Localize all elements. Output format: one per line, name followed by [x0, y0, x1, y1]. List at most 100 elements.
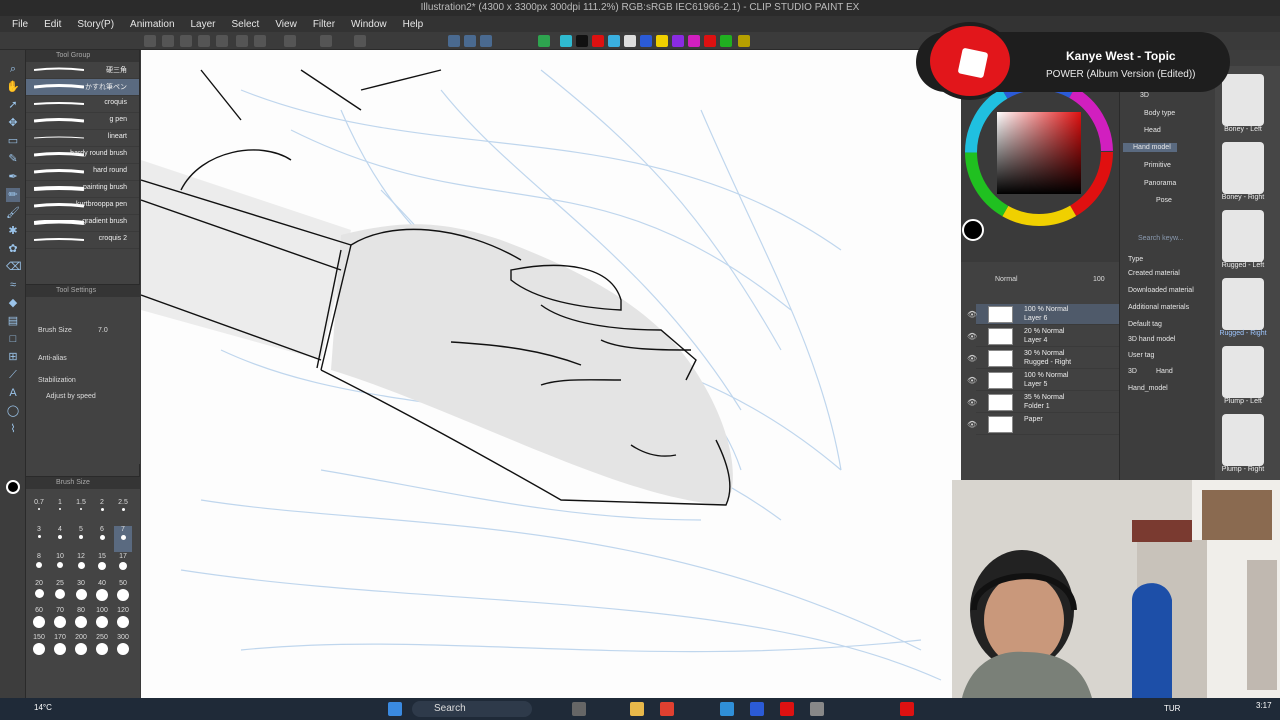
tree-body-type[interactable]: Body type [1144, 110, 1175, 117]
menu-select[interactable]: Select [224, 19, 268, 30]
brush-size-option[interactable]: 10 [51, 553, 69, 579]
zoom-tool-icon[interactable]: ⌕ [6, 62, 20, 76]
blend-tool-icon[interactable]: ≈ [6, 278, 20, 292]
undo-icon[interactable] [284, 35, 296, 47]
brush-size-option[interactable]: 1.5 [72, 499, 90, 525]
brush-size-option[interactable]: 2.5 [114, 499, 132, 525]
tag-downloaded[interactable]: Downloaded material [1128, 287, 1194, 294]
brush-size-option[interactable]: 30 [72, 580, 90, 606]
app-record-icon[interactable] [900, 702, 914, 716]
tree-hand-model[interactable]: Hand model [1123, 143, 1177, 152]
export-icon[interactable] [216, 35, 228, 47]
tree-pose[interactable]: Pose [1156, 197, 1172, 204]
eye-icon[interactable]: 👁 [967, 354, 977, 363]
color-white[interactable] [624, 35, 636, 47]
airbrush-tool-icon[interactable]: ✱ [6, 224, 20, 238]
chrome-icon[interactable] [660, 702, 674, 716]
ruler-tool-icon[interactable]: ⟋ [6, 368, 20, 382]
selection-tool-icon[interactable]: ▭ [6, 134, 20, 148]
clock[interactable]: 3:17 [1256, 701, 1272, 710]
ruler-snap-icon[interactable] [448, 35, 460, 47]
tag-3d[interactable]: 3D [1128, 368, 1137, 375]
layer-row[interactable]: 👁 100 % Normal Layer 5 [967, 370, 1119, 391]
menu-help[interactable]: Help [395, 19, 432, 30]
brush-item[interactable]: kurtbrooppa pen [26, 198, 139, 215]
brush-item[interactable]: 硬三角 [26, 62, 139, 79]
main-color-swatch[interactable] [6, 480, 20, 494]
brush-item[interactable]: hardy round brush [26, 147, 139, 164]
brush-size-option[interactable]: 120 [114, 607, 132, 633]
layer-opacity-value[interactable]: 100 [1093, 276, 1105, 283]
eraser-tool-icon[interactable]: ⌫ [6, 260, 22, 274]
open-icon[interactable] [180, 35, 192, 47]
tree-panorama[interactable]: Panorama [1144, 180, 1176, 187]
balloon-tool-icon[interactable]: ◯ [6, 404, 20, 418]
eye-icon[interactable]: 👁 [967, 398, 977, 407]
gradient-tool-icon[interactable]: ▤ [6, 314, 20, 328]
app-red-icon[interactable] [780, 702, 794, 716]
hand-tool-icon[interactable]: ✋ [6, 80, 20, 94]
special-ruler-icon[interactable] [464, 35, 476, 47]
blend-mode-select[interactable]: Normal [995, 276, 1018, 283]
layer-row[interactable]: 👁 Paper [967, 414, 1119, 435]
brush-size-option[interactable]: 3 [30, 526, 48, 552]
correct-line-tool-icon[interactable]: ⌇ [6, 422, 20, 436]
text-tool-icon[interactable]: A [6, 386, 20, 400]
new-icon[interactable] [162, 35, 174, 47]
layer-row[interactable]: 👁 30 % Normal Rugged - Right [967, 348, 1119, 369]
figure-tool-icon[interactable]: □ [6, 332, 20, 346]
grid-snap-icon[interactable] [480, 35, 492, 47]
brush-item[interactable]: painting brush [26, 181, 139, 198]
layer-row[interactable]: 👁 35 % Normal Folder 1 [967, 392, 1119, 413]
brush-size-option[interactable]: 150 [30, 634, 48, 660]
brush-size-option[interactable]: 7 [114, 526, 132, 552]
menu-filter[interactable]: Filter [305, 19, 343, 30]
brush-tool-icon[interactable]: 🖌 [6, 206, 20, 220]
brush-size-option[interactable]: 6 [93, 526, 111, 552]
transform-icon[interactable] [320, 35, 332, 47]
menu-window[interactable]: Window [343, 19, 395, 30]
color-swatch-icon[interactable] [560, 35, 572, 47]
edge-icon[interactable] [720, 702, 734, 716]
brush-size-option[interactable]: 0.7 [30, 499, 48, 525]
brush-size-option[interactable]: 60 [30, 607, 48, 633]
eye-icon[interactable]: 👁 [967, 332, 977, 341]
paste-icon[interactable] [254, 35, 266, 47]
color-wheel[interactable] [961, 78, 1119, 262]
decoration-tool-icon[interactable]: ✿ [6, 242, 20, 256]
brush-item[interactable]: g pen [26, 113, 139, 130]
tree-head[interactable]: Head [1144, 127, 1161, 134]
material-search-input[interactable]: Search keyw... [1138, 235, 1184, 242]
tag-hand-model[interactable]: Hand_model [1128, 385, 1168, 392]
language-indicator[interactable]: TUR [1164, 704, 1180, 713]
brush-size-value[interactable]: 7.0 [98, 327, 108, 334]
brush-item[interactable]: croquis [26, 96, 139, 113]
app-gray-icon[interactable] [810, 702, 824, 716]
brush-item[interactable]: かすれ筆ペン [26, 79, 139, 96]
brush-size-option[interactable]: 17 [114, 553, 132, 579]
move-tool-icon[interactable]: ✥ [6, 116, 20, 130]
brush-size-option[interactable]: 5 [72, 526, 90, 552]
color-purple[interactable] [672, 35, 684, 47]
brush-size-option[interactable]: 8 [30, 553, 48, 579]
brush-size-option[interactable]: 250 [93, 634, 111, 660]
brush-size-option[interactable]: 70 [51, 607, 69, 633]
music-notification[interactable]: Kanye West - Topic POWER (Album Version … [916, 22, 1230, 100]
tag-created[interactable]: Created material [1128, 270, 1180, 277]
color-green[interactable] [720, 35, 732, 47]
color-magenta[interactable] [688, 35, 700, 47]
brush-size-option[interactable]: 25 [51, 580, 69, 606]
fill-icon[interactable] [538, 35, 550, 47]
brush-size-option[interactable]: 170 [51, 634, 69, 660]
brush-item[interactable]: croquis 2 [26, 232, 139, 249]
brush-item[interactable]: lineart [26, 130, 139, 147]
brush-size-option[interactable]: 15 [93, 553, 111, 579]
layer-row[interactable]: 👁 20 % Normal Layer 4 [967, 326, 1119, 347]
drawing-canvas[interactable] [141, 50, 961, 698]
eye-icon[interactable]: 👁 [967, 376, 977, 385]
color-cyan[interactable] [608, 35, 620, 47]
brush-size-option[interactable]: 300 [114, 634, 132, 660]
brush-size-option[interactable]: 40 [93, 580, 111, 606]
taskview-icon[interactable] [572, 702, 586, 716]
menu-story[interactable]: Story(P) [69, 19, 122, 30]
